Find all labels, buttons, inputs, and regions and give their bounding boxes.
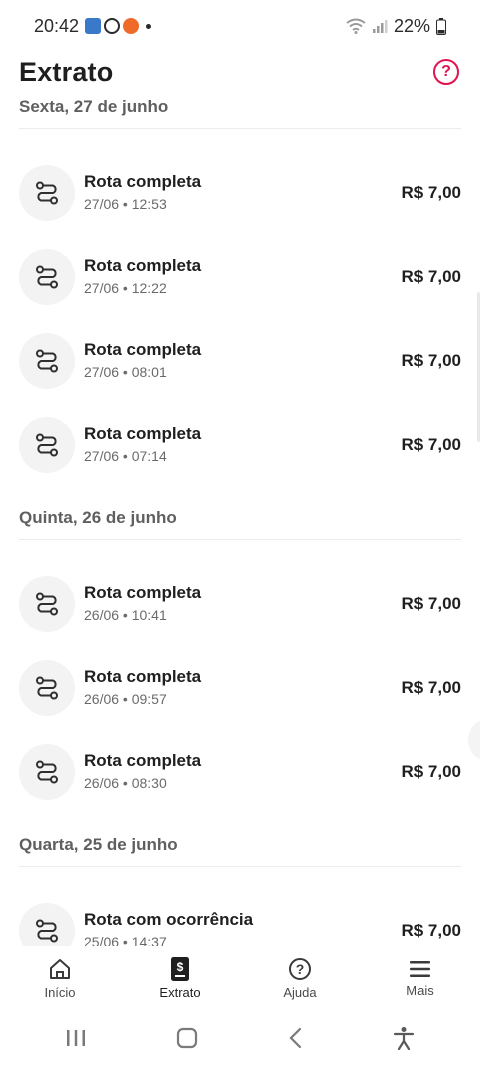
statement-list[interactable]: Sexta, 27 de junho Rota completa 27/06 • 1… <box>0 92 480 946</box>
recent-apps-icon[interactable] <box>65 1028 87 1048</box>
item-amount: R$ 7,00 <box>401 594 461 613</box>
wifi-icon <box>346 18 366 34</box>
status-bar: 20:42 22% <box>0 0 480 52</box>
nav-label-inicio: Início <box>44 984 76 1000</box>
statement-item[interactable]: Rota completa 27/06 • 08:01 R$ 7,00 <box>0 319 480 403</box>
route-icon <box>19 903 75 946</box>
item-text: Rota completa 26/06 • 08:30 <box>84 750 401 794</box>
statement-item[interactable]: Rota completa 27/06 • 07:14 R$ 7,00 <box>0 403 480 487</box>
status-time: 20:42 <box>34 15 80 36</box>
item-amount: R$ 7,00 <box>401 762 461 781</box>
status-right: 22% <box>346 16 446 37</box>
item-title: Rota completa <box>84 172 202 191</box>
nav-label-ajuda: Ajuda <box>283 984 317 1000</box>
day-gap <box>0 487 480 499</box>
svg-text:$: $ <box>177 960 184 974</box>
home-icon <box>50 958 70 979</box>
day-header: Sexta, 27 de junho <box>19 97 169 116</box>
bottom-nav: Início $ Extrato ? Ajuda Mais <box>0 946 480 1010</box>
item-text: Rota completa 27/06 • 08:01 <box>84 339 401 383</box>
route-icon <box>19 249 75 305</box>
item-text: Rota com ocorrência 25/06 • 14:37 <box>84 909 401 946</box>
notification-icons <box>85 18 152 34</box>
statement-item[interactable]: Rota completa 26/06 • 08:30 R$ 7,00 <box>0 730 480 814</box>
route-icon <box>19 165 75 221</box>
item-datetime: 25/06 • 14:37 <box>84 934 167 946</box>
item-title: Rota completa <box>84 751 202 770</box>
more-notifications-icon <box>146 23 152 29</box>
nav-item-ajuda[interactable]: ? Ajuda <box>240 946 360 1010</box>
day-header: Quinta, 26 de junho <box>19 508 177 527</box>
item-amount: R$ 7,00 <box>401 678 461 697</box>
route-icon <box>19 417 75 473</box>
item-title: Rota com ocorrência <box>84 910 254 929</box>
day-gap <box>0 814 480 826</box>
statement-item[interactable]: Rota completa 27/06 • 12:22 R$ 7,00 <box>0 235 480 319</box>
item-datetime: 27/06 • 12:22 <box>84 280 167 296</box>
svg-text:?: ? <box>296 961 305 977</box>
item-amount: R$ 7,00 <box>401 267 461 286</box>
statement-item[interactable]: Rota completa 26/06 • 10:41 R$ 7,00 <box>0 562 480 646</box>
route-icon <box>19 744 75 800</box>
battery-percent: 22% <box>393 15 430 36</box>
statement-item[interactable]: Rota completa 26/06 • 09:57 R$ 7,00 <box>0 646 480 730</box>
whatsapp-icon <box>104 18 121 34</box>
nav-item-mais[interactable]: Mais <box>360 946 480 1010</box>
nav-item-extrato[interactable]: $ Extrato <box>120 946 240 1010</box>
page-title: Extrato <box>19 56 114 87</box>
item-title: Rota completa <box>84 256 202 275</box>
home-button-icon[interactable] <box>176 1027 198 1049</box>
nav-label-mais: Mais <box>406 982 434 998</box>
item-datetime: 26/06 • 09:57 <box>84 691 167 707</box>
status-left: 20:42 <box>34 15 152 37</box>
item-datetime: 26/06 • 08:30 <box>84 775 167 791</box>
accessibility-icon[interactable] <box>393 1026 415 1050</box>
item-datetime: 26/06 • 10:41 <box>84 607 167 623</box>
item-text: Rota completa 27/06 • 12:22 <box>84 255 401 299</box>
route-icon <box>19 576 75 632</box>
nav-label-extrato: Extrato <box>159 984 201 1000</box>
item-amount: R$ 7,00 <box>401 351 461 370</box>
app-badge-icon <box>123 18 140 34</box>
item-amount: R$ 7,00 <box>401 435 461 454</box>
route-icon <box>19 333 75 389</box>
item-title: Rota completa <box>84 667 202 686</box>
help-circle-icon[interactable]: ? <box>433 59 459 85</box>
help-circle-icon: ? <box>289 957 311 980</box>
android-nav-bar <box>0 1010 480 1066</box>
item-datetime: 27/06 • 07:14 <box>84 448 167 464</box>
divider <box>19 866 461 867</box>
battery-icon <box>436 17 446 35</box>
statement-days: Sexta, 27 de junho Rota completa 27/06 • 1… <box>0 92 480 946</box>
menu-icon <box>410 960 430 977</box>
route-icon <box>19 660 75 716</box>
back-icon[interactable] <box>288 1027 304 1049</box>
app-header: Extrato ? <box>0 52 480 92</box>
item-text: Rota completa 27/06 • 07:14 <box>84 423 401 467</box>
statement-item[interactable]: Rota completa 27/06 • 12:53 R$ 7,00 <box>0 151 480 235</box>
signal-icon <box>372 20 388 33</box>
item-title: Rota completa <box>84 583 202 602</box>
statement-icon: $ <box>171 956 189 981</box>
divider <box>19 128 461 129</box>
statement-item[interactable]: Rota com ocorrência 25/06 • 14:37 R$ 7,00 <box>0 889 480 946</box>
item-text: Rota completa 26/06 • 10:41 <box>84 582 401 626</box>
item-title: Rota completa <box>84 424 202 443</box>
item-amount: R$ 7,00 <box>401 183 461 202</box>
nav-item-inicio[interactable]: Início <box>0 946 120 1010</box>
item-text: Rota completa 26/06 • 09:57 <box>84 666 401 710</box>
divider <box>19 539 461 540</box>
day-header: Quarta, 25 de junho <box>19 835 178 854</box>
item-amount: R$ 7,00 <box>401 921 461 940</box>
item-title: Rota completa <box>84 340 202 359</box>
item-text: Rota completa 27/06 • 12:53 <box>84 171 401 215</box>
item-datetime: 27/06 • 08:01 <box>84 364 167 380</box>
app-notification-icon <box>85 18 102 34</box>
item-datetime: 27/06 • 12:53 <box>84 196 167 212</box>
